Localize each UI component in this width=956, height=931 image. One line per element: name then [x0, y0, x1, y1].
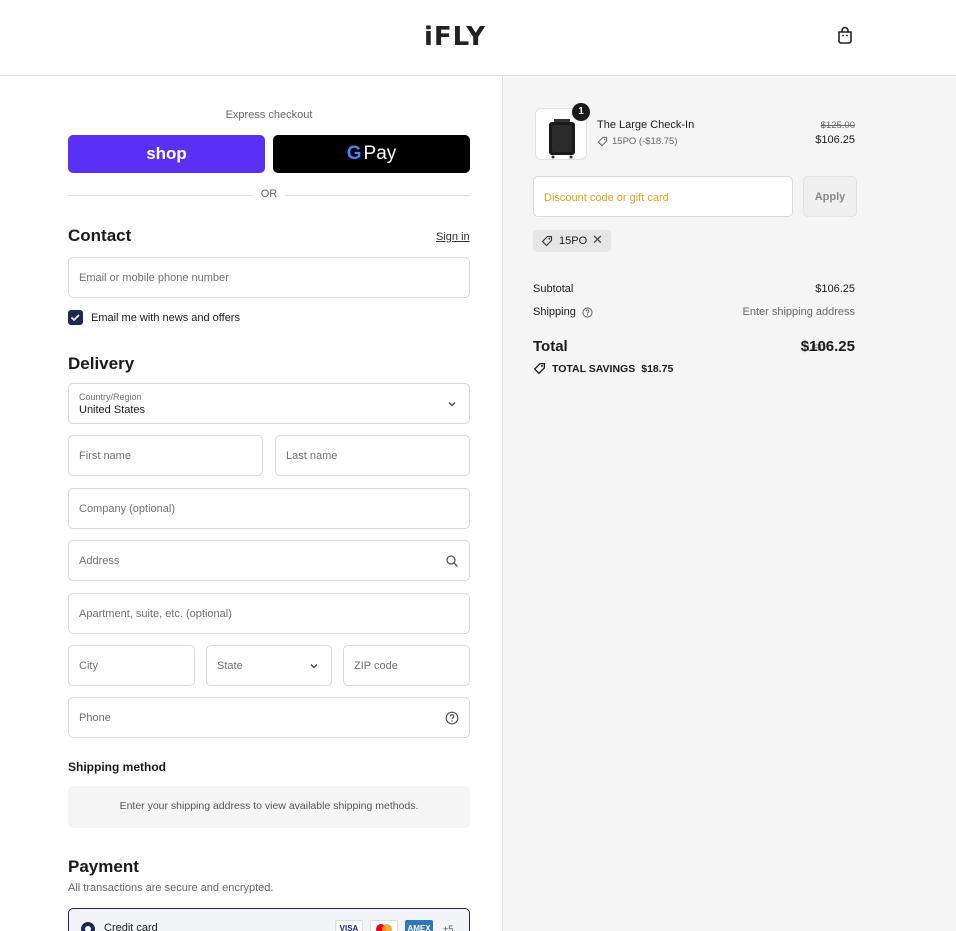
address-placeholder: Address [79, 555, 120, 567]
total-label: Total [533, 338, 568, 355]
first-name-field[interactable]: First name [68, 435, 263, 476]
last-name-field[interactable]: Last name [275, 435, 470, 476]
tag-icon [533, 362, 546, 375]
state-select[interactable]: State [206, 645, 332, 686]
shipping-method-message: Enter your shipping address to view avai… [119, 800, 419, 812]
quantity-badge: 1 [572, 103, 590, 121]
country-select[interactable]: Country/Region United States [68, 383, 470, 424]
product-discount: 15PO (-$18.75) [597, 136, 677, 147]
newsletter-checkbox[interactable] [68, 310, 83, 325]
shipping-method-placeholder: Enter your shipping address to view avai… [68, 786, 470, 828]
visa-icon: VISA [335, 920, 363, 931]
payment-title: Payment [68, 857, 139, 876]
search-icon [446, 555, 458, 567]
last-name-placeholder: Last name [286, 450, 338, 462]
apartment-field[interactable]: Apartment, suite, etc. (optional) [68, 593, 470, 634]
sign-in-link[interactable]: Sign in [436, 231, 470, 243]
discount-code-input[interactable]: Discount code or gift card [533, 176, 793, 217]
phone-field[interactable]: Phone [68, 697, 470, 738]
total-savings: TOTAL SAVINGS $18.75 [533, 362, 673, 375]
total-value: $106.25 [800, 338, 855, 355]
shopping-bag-icon[interactable] [835, 25, 855, 45]
country-value: United States [79, 404, 146, 416]
savings-value: $18.75 [641, 362, 674, 375]
checkout-form: Express checkout shop G Pay OR Contact S… [0, 76, 502, 931]
google-pay-label: Pay [363, 143, 397, 164]
subtotal-value: $106.25 [815, 283, 855, 295]
help-icon[interactable] [445, 711, 459, 725]
company-placeholder: Company (optional) [79, 503, 175, 515]
country-label: Country/Region [79, 392, 142, 402]
payment-subtitle: All transactions are secure and encrypte… [68, 882, 274, 894]
state-placeholder: State [217, 660, 243, 672]
credit-card-label: Credit card [104, 922, 158, 931]
email-placeholder: Email or mobile phone number [79, 272, 229, 284]
remove-discount-icon[interactable]: ✕ [592, 232, 603, 248]
shipping-value: Enter shipping address [742, 306, 855, 318]
shipping-method-title: Shipping method [68, 760, 166, 774]
discount-code-placeholder: Discount code or gift card [544, 192, 669, 204]
applied-discount-chip: 15PO ✕ [533, 230, 611, 252]
header: iFLY [0, 0, 956, 76]
delivery-title: Delivery [68, 354, 135, 373]
or-divider: OR [68, 188, 470, 202]
credit-card-option[interactable]: Credit card VISA AMEX +5 [68, 908, 470, 931]
first-name-placeholder: First name [79, 450, 131, 462]
mastercard-icon [370, 920, 398, 931]
shipping-row: Shipping [533, 306, 593, 318]
checkmark-icon [70, 314, 80, 322]
product-price: $106.25 [815, 134, 855, 146]
apartment-placeholder: Apartment, suite, etc. (optional) [79, 608, 232, 620]
store-logo[interactable]: iFLY [424, 22, 486, 52]
applied-discount-code: 15PO [559, 235, 588, 247]
express-checkout-label: Express checkout [225, 109, 313, 121]
city-field[interactable]: City [68, 645, 195, 686]
product-discount-label: 15PO (-$18.75) [612, 136, 678, 147]
subtotal-label: Subtotal [533, 283, 574, 295]
order-summary: 1 The Large Check-In 15PO (-$18.75) $125… [502, 76, 956, 931]
help-icon[interactable] [582, 306, 593, 318]
more-cards-count: +5 [443, 924, 454, 931]
city-placeholder: City [79, 660, 98, 672]
shop-pay-button[interactable]: shop [68, 135, 265, 173]
or-label: OR [260, 188, 278, 200]
zip-placeholder: ZIP code [354, 660, 398, 672]
address-field[interactable]: Address [68, 540, 470, 581]
chevron-down-icon [310, 664, 318, 669]
shipping-label: Shipping [533, 306, 576, 318]
original-price: $125.00 [820, 120, 855, 131]
tag-icon [597, 136, 608, 147]
newsletter-label: Email me with news and offers [91, 312, 240, 324]
email-field[interactable]: Email or mobile phone number [68, 257, 470, 298]
product-name: The Large Check-In [597, 119, 695, 131]
tag-icon [541, 235, 553, 247]
google-pay-button[interactable]: G Pay [273, 135, 470, 173]
company-field[interactable]: Company (optional) [68, 488, 470, 529]
zip-field[interactable]: ZIP code [343, 645, 470, 686]
credit-card-radio[interactable] [81, 922, 95, 931]
contact-title: Contact [68, 226, 132, 245]
phone-placeholder: Phone [79, 712, 111, 724]
savings-label: TOTAL SAVINGS [552, 362, 636, 375]
amex-icon: AMEX [405, 920, 433, 931]
divider-line [285, 195, 470, 196]
chevron-down-icon [448, 402, 456, 407]
google-icon: G [346, 143, 362, 164]
apply-discount-button[interactable]: Apply [803, 176, 857, 217]
